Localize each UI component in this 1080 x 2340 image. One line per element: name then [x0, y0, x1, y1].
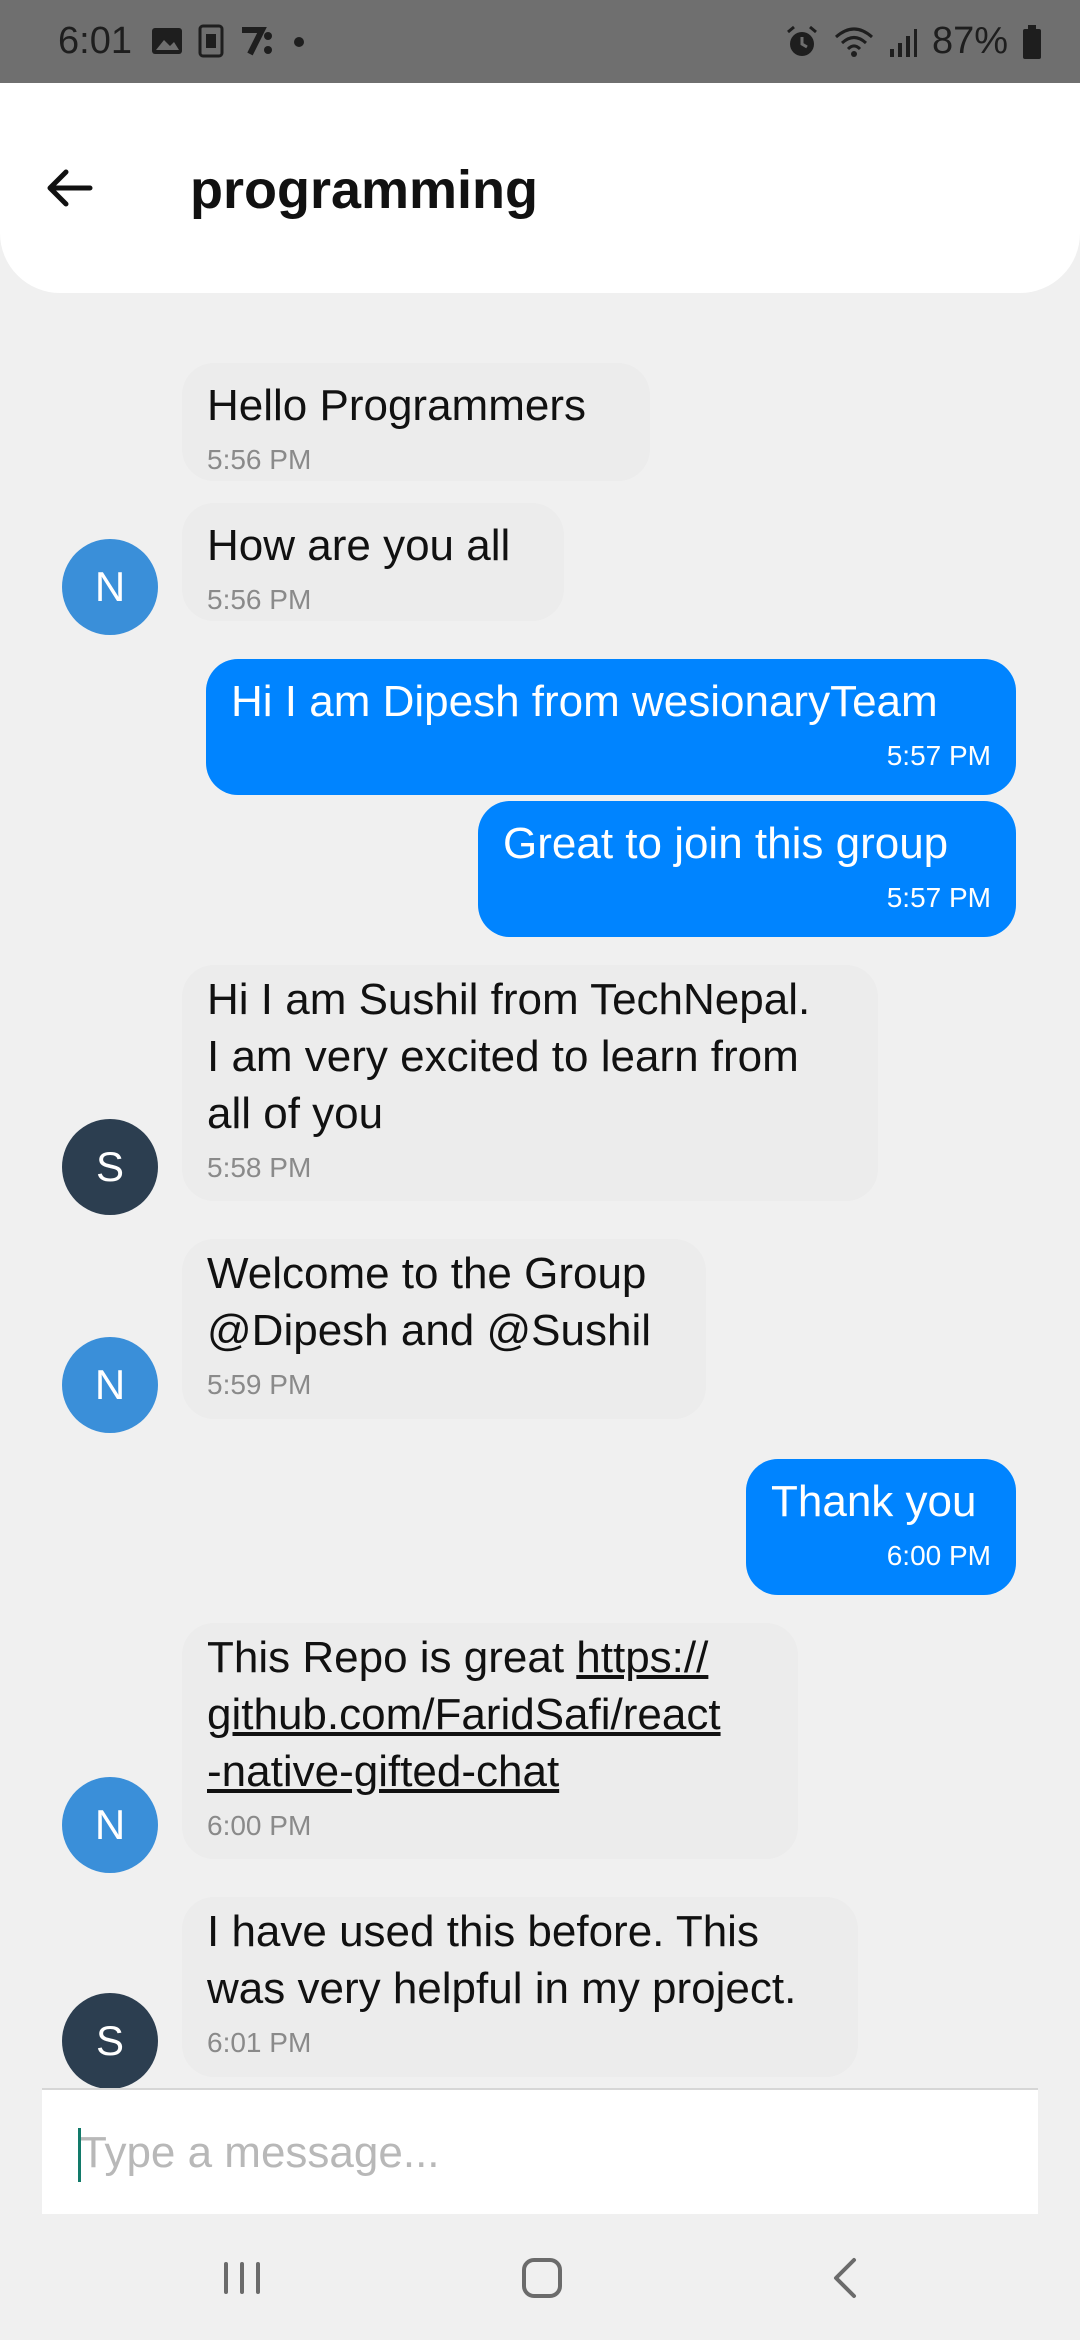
status-bar: 6:01 87% [0, 0, 1080, 83]
message-link[interactable]: github.com/FaridSafi/react [207, 1690, 721, 1739]
sim-icon [198, 24, 224, 58]
avatar[interactable]: S [62, 1119, 158, 1215]
message-time: 5:59 PM [207, 1369, 312, 1400]
message-time: 5:57 PM [886, 740, 991, 771]
avatar-initial: S [95, 2017, 124, 2064]
status-time: 6:01 [58, 20, 132, 62]
message-time: 6:00 PM [207, 1810, 312, 1841]
message-bubble-outgoing[interactable]: Great to join this group 5:57 PM [478, 801, 1016, 937]
message-text-line: I am very excited to learn from [207, 1032, 799, 1081]
message-time: 5:56 PM [207, 584, 312, 615]
image-icon [152, 28, 182, 54]
avatar-initial: N [94, 1361, 126, 1408]
avatar[interactable]: N [62, 1777, 158, 1873]
avatar[interactable]: N [62, 1337, 158, 1433]
battery-icon [1023, 24, 1041, 59]
app-logo-icon [242, 27, 272, 56]
message-list[interactable]: Hello Programmers 5:56 PM N How are you … [0, 293, 1080, 2089]
message-time: 5:56 PM [207, 444, 312, 475]
message-bubble-incoming[interactable]: This Repo is great https:// github.com/F… [182, 1623, 798, 1859]
message-input[interactable] [80, 2118, 980, 2188]
message-text: Hello Programmers [207, 381, 586, 430]
message-text-line: all of you [207, 1089, 384, 1138]
home-icon[interactable] [512, 2248, 572, 2308]
message-text-line: was very helpful in my project. [207, 1964, 797, 2013]
system-nav-bar [0, 2214, 1080, 2340]
message-bubble-outgoing[interactable]: Hi I am Dipesh from wesionaryTeam 5:57 P… [206, 659, 1016, 795]
message-text: How are you all [207, 521, 511, 570]
message-composer [42, 2088, 1038, 2214]
avatar[interactable]: N [62, 539, 158, 635]
signal-icon [889, 28, 917, 57]
back-nav-icon[interactable] [816, 2248, 876, 2308]
message-bubble-incoming[interactable]: Hi I am Sushil from TechNepal. I am very… [182, 965, 878, 1201]
message-time: 6:00 PM [886, 1540, 991, 1571]
message-bubble-outgoing[interactable]: Thank you 6:00 PM [746, 1459, 1016, 1595]
message-text-line: @Dipesh and @Sushil [207, 1306, 651, 1355]
avatar-initial: N [94, 563, 126, 610]
avatar[interactable]: S [62, 1993, 158, 2089]
message-text-line: Hi I am Sushil from TechNepal. [207, 975, 811, 1024]
page-title: programming [190, 160, 539, 220]
battery-percentage: 87% [931, 20, 1008, 62]
wifi-icon [834, 27, 873, 57]
message-link[interactable]: -native-gifted-chat [207, 1747, 559, 1796]
message-text: Thank you [771, 1477, 977, 1526]
message-bubble-incoming[interactable]: Hello Programmers 5:56 PM [182, 363, 650, 481]
message-text-line: I have used this before. This [207, 1907, 759, 1956]
chat-header: programming [0, 83, 1080, 293]
message-time: 6:01 PM [207, 2027, 312, 2058]
message-text: Great to join this group [503, 819, 949, 868]
message-time: 5:58 PM [207, 1152, 312, 1183]
message-bubble-incoming[interactable]: I have used this before. This was very h… [182, 1897, 858, 2077]
message-text-line: Welcome to the Group [207, 1249, 647, 1298]
message-text: This Repo is great [207, 1633, 577, 1682]
message-link[interactable]: https:// [576, 1633, 708, 1682]
dot-icon [294, 37, 304, 47]
avatar-initial: N [94, 1801, 126, 1848]
message-bubble-incoming[interactable]: Welcome to the Group @Dipesh and @Sushil… [182, 1239, 706, 1419]
recent-apps-icon[interactable] [212, 2248, 272, 2308]
arrow-left-icon[interactable] [40, 158, 100, 218]
message-text: Hi I am Dipesh from wesionaryTeam [231, 677, 938, 726]
message-bubble-incoming[interactable]: How are you all 5:56 PM [182, 503, 564, 621]
alarm-icon [786, 25, 817, 56]
avatar-initial: S [95, 1143, 124, 1190]
message-time: 5:57 PM [886, 882, 991, 913]
